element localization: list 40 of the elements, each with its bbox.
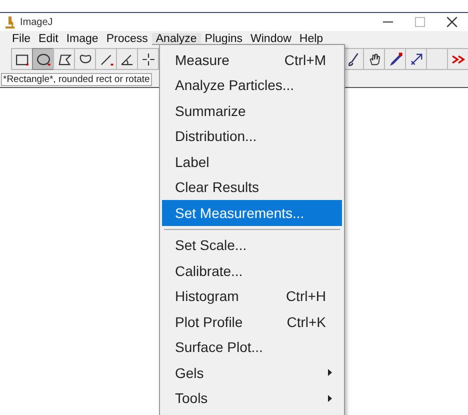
menu-bar-item[interactable]: Analyze bbox=[152, 33, 201, 45]
status-text: *Rectangle*, rounded rect or rotate bbox=[1, 72, 152, 86]
menu-item[interactable]: Surface Plot... bbox=[162, 334, 342, 360]
window-title: ImageJ bbox=[20, 16, 54, 28]
menu-item[interactable]: Histogram Ctrl+H bbox=[162, 284, 342, 309]
menu-bar-item[interactable]: Process bbox=[102, 33, 152, 45]
tool-button[interactable] bbox=[116, 48, 138, 70]
menu-item[interactable]: Tools bbox=[162, 386, 342, 411]
menu-bar-item[interactable]: Edit bbox=[34, 33, 62, 45]
menu-bar-item[interactable]: Help bbox=[295, 33, 328, 45]
menu-item[interactable]: Label bbox=[162, 149, 342, 174]
menu-item[interactable]: Gels bbox=[162, 360, 342, 386]
submenu-arrow-icon bbox=[328, 369, 332, 376]
menu-item[interactable]: Distribution... bbox=[162, 124, 342, 149]
tool-button[interactable] bbox=[384, 48, 406, 70]
tool-button[interactable] bbox=[95, 48, 117, 70]
tool-button[interactable] bbox=[11, 48, 33, 70]
tool-button[interactable] bbox=[363, 48, 385, 70]
tool-button[interactable] bbox=[74, 48, 96, 70]
menu-item[interactable]: Set Scale... bbox=[162, 232, 342, 258]
menu-item[interactable]: Clear Results bbox=[162, 174, 342, 200]
menu-item[interactable]: Plot Profile Ctrl+K bbox=[162, 309, 342, 334]
menu-item[interactable]: Summarize bbox=[162, 98, 342, 124]
menu-bar-item[interactable]: Window bbox=[246, 33, 296, 45]
tool-button[interactable] bbox=[137, 48, 159, 70]
tool-button[interactable] bbox=[405, 48, 427, 70]
tool-button[interactable] bbox=[53, 48, 75, 70]
menu-bar-item[interactable]: File bbox=[8, 33, 35, 45]
menu-item[interactable]: Analyze Particles... bbox=[162, 72, 342, 98]
menu-bar-item[interactable]: Image bbox=[62, 33, 102, 45]
tool-button[interactable] bbox=[32, 48, 54, 70]
menu-item[interactable]: Set Measurements... bbox=[162, 200, 342, 226]
microscope-icon bbox=[5, 16, 15, 28]
menu-item[interactable]: Calibrate... bbox=[162, 258, 342, 284]
maximize-icon bbox=[415, 17, 425, 27]
menu-bar-item[interactable]: Plugins bbox=[200, 33, 247, 45]
close-icon bbox=[447, 17, 457, 27]
crosshair-icon bbox=[140, 50, 156, 68]
submenu-arrow-icon bbox=[328, 394, 332, 402]
menu-item[interactable]: Measure Ctrl+M bbox=[162, 47, 342, 72]
